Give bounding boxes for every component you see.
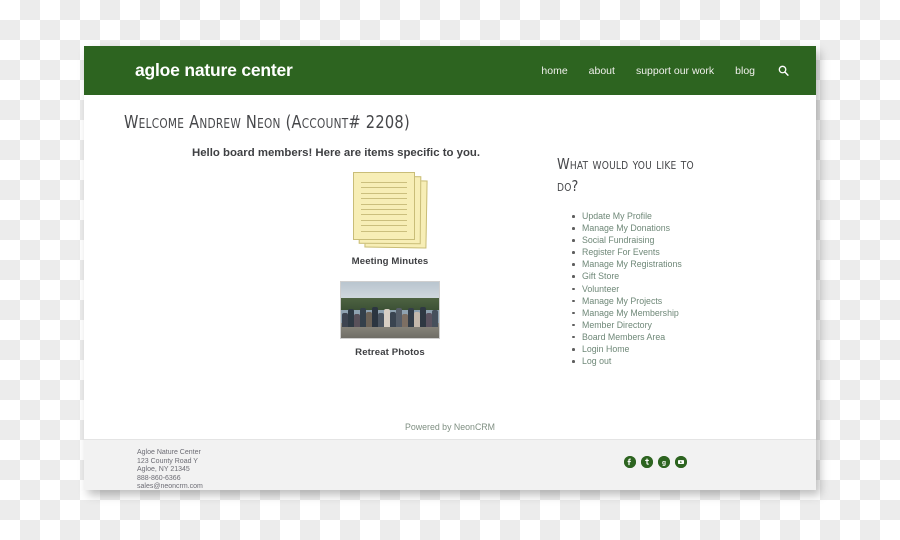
photo-crowd [341, 304, 439, 327]
sidebar-item-login-home[interactable]: Login Home [572, 343, 777, 355]
greeting-text: Hello board members! Here are items spec… [192, 147, 481, 159]
group-photo-thumbnail[interactable] [340, 281, 440, 339]
footer-phone[interactable]: 888-860-6366 [137, 475, 203, 484]
sidebar-item-register-for-events[interactable]: Register For Events [572, 246, 777, 258]
sidebar-item-log-out[interactable]: Log out [572, 355, 777, 367]
tile-meeting-minutes[interactable]: Meeting Minutes [280, 170, 500, 267]
site-header: agloe nature center home about support o… [84, 46, 816, 95]
google-plus-icon[interactable]: g [658, 456, 670, 468]
sidebar-link-list: Update My Profile Manage My Donations So… [557, 210, 777, 367]
footer-city-state-zip: Agloe, NY 21345 [137, 466, 190, 474]
document-stack-icon[interactable] [347, 170, 433, 249]
powered-by-link[interactable]: Powered by NeonCRM [405, 422, 495, 432]
document-page-front [353, 172, 415, 240]
footer-street: 123 County Road Y [137, 457, 198, 465]
page-title: Welcome Andrew Neon (Account# 2208) [124, 112, 410, 133]
browser-page-card: agloe nature center home about support o… [84, 46, 816, 490]
nav-item-home[interactable]: home [541, 65, 567, 77]
sidebar-item-member-directory[interactable]: Member Directory [572, 319, 777, 331]
sidebar-item-gift-store[interactable]: Gift Store [572, 270, 777, 282]
svg-text:g: g [662, 460, 666, 467]
sidebar-item-board-members-area[interactable]: Board Members Area [572, 331, 777, 343]
footer-address: Agloe Nature Center 123 County Road Y Ag… [137, 449, 203, 490]
footer-email[interactable]: sales@neoncrm.com [137, 483, 203, 490]
facebook-icon[interactable] [624, 456, 636, 468]
document-text-lines [361, 182, 407, 232]
site-footer: Agloe Nature Center 123 County Road Y Ag… [84, 440, 816, 490]
page-body: Welcome Andrew Neon (Account# 2208) Hell… [84, 95, 816, 414]
nav-item-about[interactable]: about [589, 65, 615, 77]
sidebar-item-update-my-profile[interactable]: Update My Profile [572, 210, 777, 222]
sidebar-item-volunteer[interactable]: Volunteer [572, 283, 777, 295]
nav-item-support-our-work[interactable]: support our work [636, 65, 714, 77]
content-tiles: Meeting Minutes Retreat Photos [280, 170, 500, 358]
site-logo[interactable]: agloe nature center [135, 60, 293, 81]
sidebar-item-manage-my-projects[interactable]: Manage My Projects [572, 295, 777, 307]
sidebar-item-manage-my-registrations[interactable]: Manage My Registrations [572, 258, 777, 270]
youtube-icon[interactable] [675, 456, 687, 468]
tile-retreat-photos[interactable]: Retreat Photos [280, 281, 500, 358]
sidebar-item-manage-my-membership[interactable]: Manage My Membership [572, 307, 777, 319]
sidebar-heading: What would you like to do? [557, 155, 694, 196]
twitter-icon[interactable] [641, 456, 653, 468]
search-icon[interactable] [778, 65, 789, 76]
footer-org-name: Agloe Nature Center [137, 449, 201, 456]
social-icon-row: g [624, 456, 687, 468]
sidebar-item-social-fundraising[interactable]: Social Fundraising [572, 234, 777, 246]
main-navigation: home about support our work blog [541, 65, 816, 77]
sidebar: What would you like to do? Update My Pro… [557, 153, 777, 367]
powered-by-strip: Powered by NeonCRM [84, 414, 816, 440]
nav-item-blog[interactable]: blog [735, 65, 755, 77]
tile-caption-retreat-photos: Retreat Photos [355, 347, 425, 358]
tile-caption-meeting-minutes: Meeting Minutes [351, 256, 429, 267]
sidebar-item-manage-my-donations[interactable]: Manage My Donations [572, 222, 777, 234]
